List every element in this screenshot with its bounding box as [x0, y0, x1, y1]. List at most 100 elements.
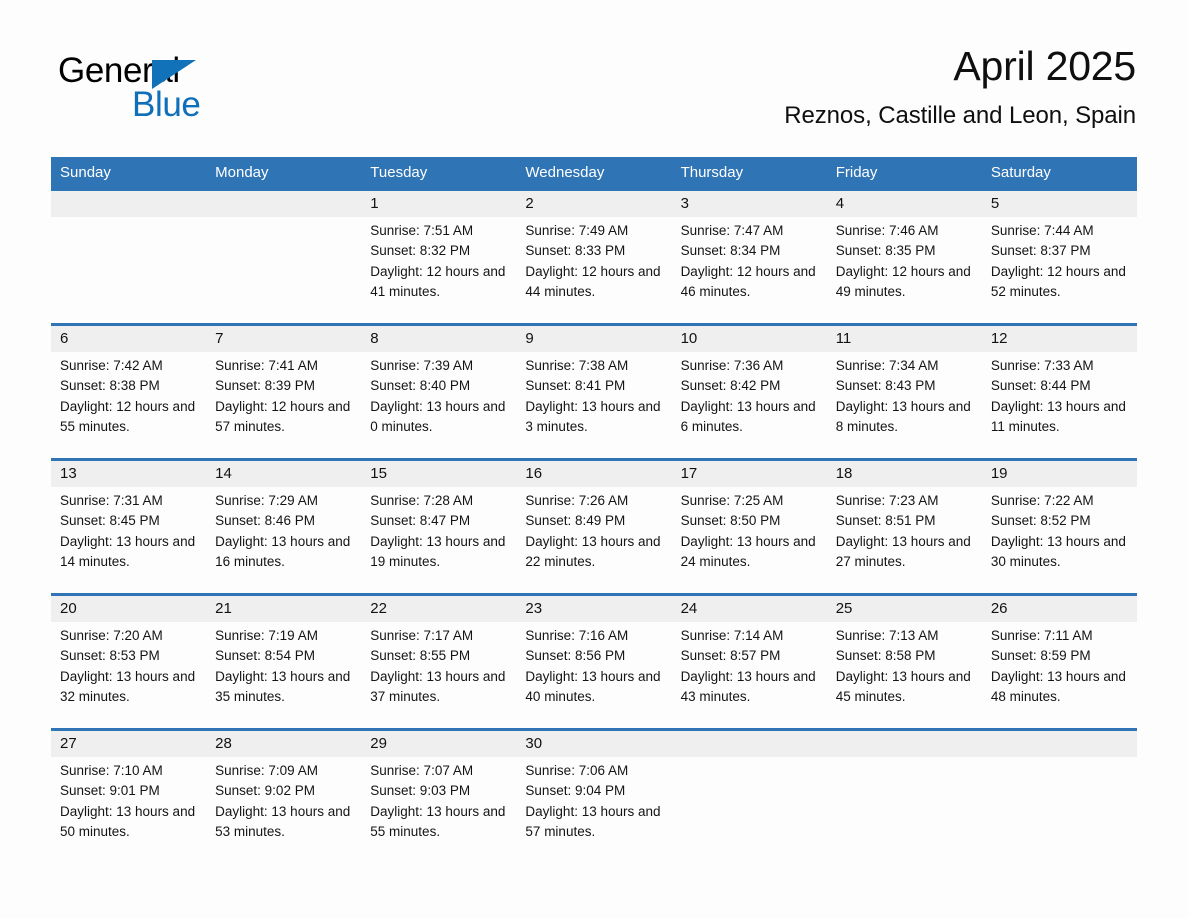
day-cell-6[interactable]: 6 Sunrise: 7:42 AM Sunset: 8:38 PM Daylight… — [51, 326, 206, 458]
day-cell-1[interactable]: 1 Sunrise: 7:51 AM Sunset: 8:32 PM Daylight… — [361, 191, 516, 323]
day-number: 23 — [525, 600, 543, 617]
weekday-header-row: Sunday Monday Tuesday Wednesday Thursday Frid… — [51, 157, 1137, 188]
day-cell-27[interactable]: 27 Sunrise: 7:10 AM Sunset: 9:01 PM Dayligh… — [51, 731, 206, 863]
day-cell-9[interactable]: 9 Sunrise: 7:38 AM Sunset: 8:41 PM Daylight… — [516, 326, 671, 458]
day-cell-23[interactable]: 23 Sunrise: 7:16 AM Sunset: 8:56 PM Dayligh… — [516, 596, 671, 728]
week-day-grid: 13 Sunrise: 7:31 AM Sunset: 8:45 PM Dayligh… — [51, 461, 1137, 593]
daylight-text: Daylight: 13 hours and 22 minutes. — [525, 533, 661, 569]
day-cell-30[interactable]: 30 Sunrise: 7:06 AM Sunset: 9:04 PM Dayligh… — [516, 731, 671, 863]
day-cell-13[interactable]: 13 Sunrise: 7:31 AM Sunset: 8:45 PM Dayligh… — [51, 461, 206, 593]
day-sun-info: Sunrise: 7:39 AM Sunset: 8:40 PM Daylight:… — [370, 356, 516, 437]
sunrise-text: Sunrise: 7:36 AM — [680, 358, 784, 373]
day-cell-21[interactable]: 21 Sunrise: 7:19 AM Sunset: 8:54 PM Dayligh… — [206, 596, 361, 728]
day-sun-info: Sunrise: 7:51 AM Sunset: 8:32 PM Daylight:… — [370, 221, 516, 302]
day-number: 14 — [215, 465, 232, 482]
day-cell-26[interactable]: 26 Sunrise: 7:11 AM Sunset: 8:59 PM Dayligh… — [982, 596, 1137, 728]
sunrise-text: Sunrise: 7:26 AM — [525, 493, 629, 508]
page-title: April 2025 — [953, 43, 1136, 89]
day-cell-10[interactable]: 10 Sunrise: 7:36 AM Sunset: 8:42 PM Dayligh… — [672, 326, 827, 458]
day-cell-17[interactable]: 17 Sunrise: 7:25 AM Sunset: 8:50 PM Dayligh… — [672, 461, 827, 593]
sunrise-text: Sunrise: 7:23 AM — [835, 493, 939, 508]
sunset-text: Sunset: 8:33 PM — [525, 243, 626, 259]
sunrise-text: Sunrise: 7:11 AM — [990, 628, 1093, 643]
day-cell-5[interactable]: 5 Sunrise: 7:44 AM Sunset: 8:37 PM Daylight… — [982, 191, 1137, 323]
sunset-text: Sunset: 9:03 PM — [370, 783, 471, 799]
sunset-text: Sunset: 8:58 PM — [835, 648, 936, 664]
day-cell-12[interactable]: 12 Sunrise: 7:33 AM Sunset: 8:44 PM Dayligh… — [982, 326, 1137, 458]
day-cell-7[interactable]: 7 Sunrise: 7:41 AM Sunset: 8:39 PM Daylight… — [206, 326, 361, 458]
sunrise-text: Sunrise: 7:17 AM — [370, 628, 474, 643]
location-subtitle: Reznos, Castille and Leon, Spain — [784, 102, 1136, 129]
day-sun-info: Sunrise: 7:44 AM Sunset: 8:37 PM Daylight:… — [991, 221, 1137, 302]
daylight-text: Daylight: 13 hours and 0 minutes. — [370, 398, 506, 434]
calendar-week-row: 1 Sunrise: 7:51 AM Sunset: 8:32 PM Daylight… — [51, 188, 1137, 323]
sunset-text: Sunset: 8:45 PM — [60, 513, 160, 529]
daylight-text: Daylight: 13 hours and 3 minutes. — [525, 398, 661, 434]
day-number: 20 — [60, 600, 77, 617]
sunrise-text: Sunrise: 7:31 AM — [60, 493, 163, 508]
day-cell-14[interactable]: 14 Sunrise: 7:29 AM Sunset: 8:46 PM Dayligh… — [206, 461, 361, 593]
daylight-text: Daylight: 13 hours and 24 minutes. — [680, 533, 816, 569]
daylight-text: Daylight: 12 hours and 49 minutes. — [835, 263, 971, 299]
daylight-text: Daylight: 12 hours and 44 minutes. — [525, 263, 661, 299]
general-blue-logo[interactable]: General Blue — [58, 52, 318, 132]
day-cell-28[interactable]: 28 Sunrise: 7:09 AM Sunset: 9:02 PM Dayligh… — [206, 731, 361, 863]
day-cell-3[interactable]: 3 Sunrise: 7:47 AM Sunset: 8:34 PM Daylight… — [672, 191, 827, 323]
sunset-text: Sunset: 8:54 PM — [215, 648, 315, 664]
day-sun-info: Sunrise: 7:29 AM Sunset: 8:46 PM Daylight:… — [215, 491, 361, 572]
day-sun-info: Sunrise: 7:09 AM Sunset: 9:02 PM Daylight:… — [215, 761, 361, 842]
day-cell-22[interactable]: 22 Sunrise: 7:17 AM Sunset: 8:55 PM Dayligh… — [361, 596, 516, 728]
day-cell-19[interactable]: 19 Sunrise: 7:22 AM Sunset: 8:52 PM Dayligh… — [982, 461, 1137, 593]
sunrise-text: Sunrise: 7:20 AM — [60, 628, 163, 643]
daylight-text: Daylight: 13 hours and 57 minutes. — [525, 803, 661, 839]
sunset-text: Sunset: 8:57 PM — [680, 648, 781, 664]
sunrise-text: Sunrise: 7:10 AM — [60, 763, 163, 778]
sunset-text: Sunset: 8:37 PM — [990, 243, 1091, 259]
sunset-text: Sunset: 8:43 PM — [835, 378, 936, 394]
day-cell-16[interactable]: 16 Sunrise: 7:26 AM Sunset: 8:49 PM Dayligh… — [516, 461, 671, 593]
day-cell-empty — [206, 191, 361, 323]
day-cell-15[interactable]: 15 Sunrise: 7:28 AM Sunset: 8:47 PM Dayligh… — [361, 461, 516, 593]
day-cell-18[interactable]: 18 Sunrise: 7:23 AM Sunset: 8:51 PM Dayligh… — [827, 461, 982, 593]
day-cell-4[interactable]: 4 Sunrise: 7:46 AM Sunset: 8:35 PM Daylight… — [827, 191, 982, 323]
day-cell-empty — [827, 731, 982, 863]
sunset-text: Sunset: 8:42 PM — [680, 378, 781, 394]
day-number: 18 — [835, 465, 853, 482]
day-cell-empty — [982, 731, 1137, 863]
sunrise-text: Sunrise: 7:28 AM — [370, 493, 474, 508]
week-day-grid: 1 Sunrise: 7:51 AM Sunset: 8:32 PM Daylight… — [51, 191, 1137, 323]
day-cell-25[interactable]: 25 Sunrise: 7:13 AM Sunset: 8:58 PM Dayligh… — [827, 596, 982, 728]
weekday-header-sunday: Sunday — [60, 164, 111, 181]
day-cell-8[interactable]: 8 Sunrise: 7:39 AM Sunset: 8:40 PM Daylight… — [361, 326, 516, 458]
sunset-text: Sunset: 8:49 PM — [525, 513, 626, 529]
day-number: 29 — [370, 735, 387, 752]
sunrise-text: Sunrise: 7:46 AM — [835, 223, 939, 238]
daylight-text: Daylight: 13 hours and 43 minutes. — [680, 668, 816, 704]
sunrise-text: Sunrise: 7:06 AM — [525, 763, 629, 778]
daylight-text: Daylight: 13 hours and 40 minutes. — [525, 668, 661, 704]
day-cell-24[interactable]: 24 Sunrise: 7:14 AM Sunset: 8:57 PM Dayligh… — [672, 596, 827, 728]
day-number: 1 — [370, 195, 379, 212]
sunrise-text: Sunrise: 7:14 AM — [680, 628, 784, 643]
day-cell-29[interactable]: 29 Sunrise: 7:07 AM Sunset: 9:03 PM Dayligh… — [361, 731, 516, 863]
sunrise-text: Sunrise: 7:07 AM — [370, 763, 474, 778]
sunrise-text: Sunrise: 7:34 AM — [835, 358, 939, 373]
day-number — [681, 731, 827, 757]
sunrise-text: Sunrise: 7:29 AM — [215, 493, 318, 508]
day-cell-11[interactable]: 11 Sunrise: 7:34 AM Sunset: 8:43 PM Dayligh… — [827, 326, 982, 458]
day-cell-2[interactable]: 2 Sunrise: 7:49 AM Sunset: 8:33 PM Daylight… — [516, 191, 671, 323]
day-sun-info: Sunrise: 7:34 AM Sunset: 8:43 PM Daylight:… — [836, 356, 982, 437]
day-sun-info: Sunrise: 7:47 AM Sunset: 8:34 PM Daylight:… — [681, 221, 827, 302]
day-sun-info: Sunrise: 7:19 AM Sunset: 8:54 PM Daylight:… — [215, 626, 361, 707]
day-sun-info: Sunrise: 7:36 AM Sunset: 8:42 PM Daylight:… — [681, 356, 827, 437]
day-cell-20[interactable]: 20 Sunrise: 7:20 AM Sunset: 8:53 PM Dayligh… — [51, 596, 206, 728]
week-day-grid: 20 Sunrise: 7:20 AM Sunset: 8:53 PM Dayligh… — [51, 596, 1137, 728]
day-number: 4 — [835, 195, 845, 212]
week-day-grid: 27 Sunrise: 7:10 AM Sunset: 9:01 PM Dayligh… — [51, 731, 1137, 863]
day-number: 25 — [835, 600, 853, 617]
sunset-text: Sunset: 8:47 PM — [370, 513, 471, 529]
weekday-header-saturday: Saturday — [990, 164, 1051, 181]
day-sun-info: Sunrise: 7:49 AM Sunset: 8:33 PM Daylight:… — [525, 221, 671, 302]
day-number: 30 — [525, 735, 543, 752]
sunset-text: Sunset: 8:46 PM — [215, 513, 315, 529]
